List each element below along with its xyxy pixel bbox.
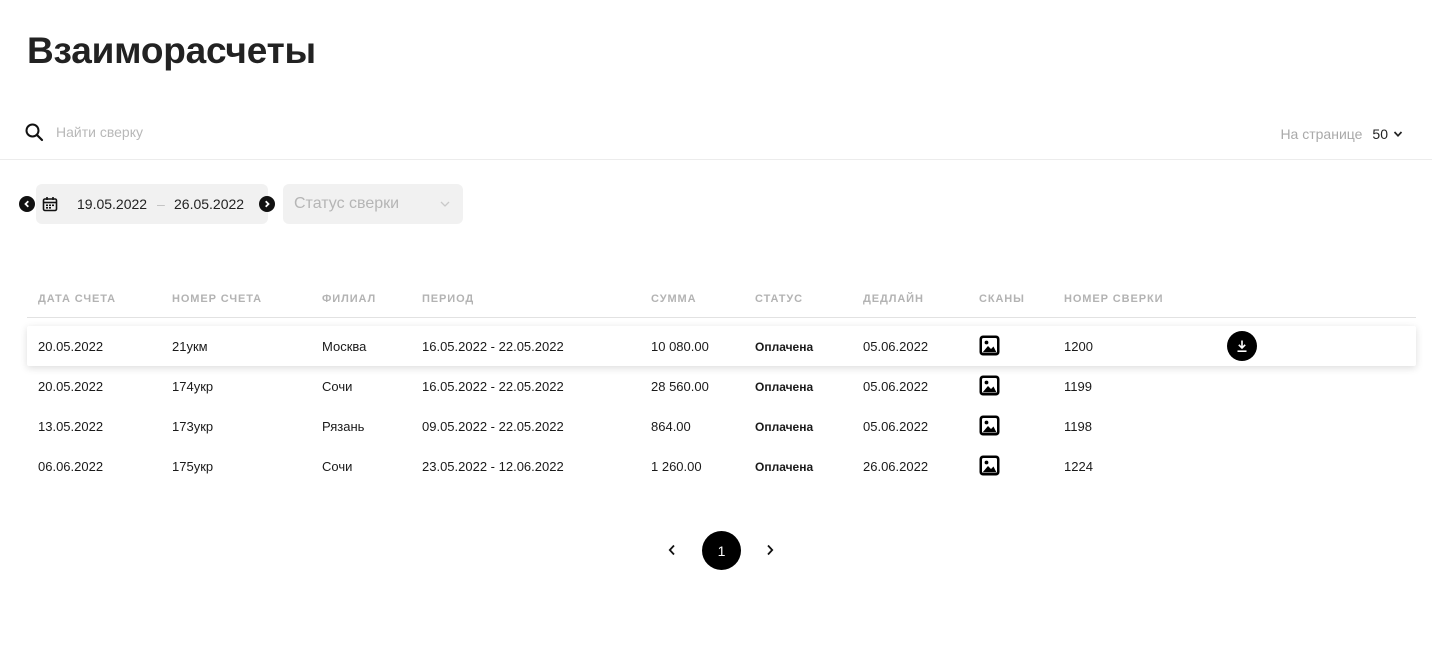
cell-deadline: 26.06.2022 <box>863 459 929 474</box>
pagination-prev-button[interactable] <box>664 542 680 558</box>
cell-deadline: 05.06.2022 <box>863 419 929 434</box>
reconciliation-table: Дата счета Номер счета Филиал Период Сум… <box>27 282 1416 486</box>
cell-reconciliation-number: 1224 <box>1064 459 1093 474</box>
chevron-left-icon <box>24 200 29 208</box>
pagination-page-current[interactable]: 1 <box>702 531 741 570</box>
date-separator: – <box>157 196 165 212</box>
column-header-scans[interactable]: Сканы <box>979 293 1025 305</box>
cell-period: 23.05.2022 - 12.06.2022 <box>422 459 564 474</box>
cell-branch: Сочи <box>322 379 353 394</box>
cell-deadline: 05.06.2022 <box>863 339 929 354</box>
status-select-placeholder: Статус сверки <box>294 195 400 212</box>
cell-invoice-number: 174укр <box>172 379 214 394</box>
column-header-branch[interactable]: Филиал <box>322 293 376 305</box>
search-icon[interactable] <box>24 122 44 142</box>
column-header-invoice-date[interactable]: Дата счета <box>38 293 116 305</box>
download-icon <box>1237 340 1247 352</box>
table-header: Дата счета Номер счета Филиал Период Сум… <box>27 282 1416 318</box>
cell-status: Оплачена <box>755 460 814 474</box>
download-button[interactable] <box>1227 331 1257 361</box>
cell-reconciliation-number: 1198 <box>1064 419 1092 434</box>
chevron-right-icon <box>265 200 270 208</box>
cell-branch: Сочи <box>322 459 353 474</box>
cell-sum: 1 260.00 <box>651 459 702 474</box>
table-row[interactable]: 20.05.2022 174укр Сочи 16.05.2022 - 22.0… <box>27 366 1416 406</box>
chevron-right-icon <box>767 544 774 556</box>
status-select[interactable]: Статус сверки <box>283 184 463 224</box>
per-page-label: На странице <box>1280 126 1363 142</box>
cell-status: Оплачена <box>755 340 814 354</box>
calendar-icon <box>42 196 58 217</box>
column-header-period[interactable]: Период <box>422 293 474 305</box>
cell-invoice-date: 06.06.2022 <box>38 459 104 474</box>
date-prev-button[interactable] <box>19 196 35 212</box>
search-input[interactable] <box>56 122 456 142</box>
search-bar: На странице 50 <box>0 106 1432 160</box>
column-header-status[interactable]: Статус <box>755 293 803 305</box>
cell-branch: Москва <box>322 339 367 354</box>
cell-sum: 10 080.00 <box>651 339 709 354</box>
column-header-invoice-number[interactable]: Номер счета <box>172 293 262 305</box>
image-icon[interactable] <box>979 335 1000 356</box>
chevron-down-icon <box>1393 131 1403 138</box>
date-from[interactable]: 19.05.2022 <box>77 196 147 212</box>
column-header-deadline[interactable]: Дедлайн <box>863 293 924 305</box>
per-page-select[interactable]: 50 <box>1372 126 1404 142</box>
column-header-sum[interactable]: Сумма <box>651 293 696 305</box>
cell-invoice-number: 21укм <box>172 339 208 354</box>
pagination-next-button[interactable] <box>762 542 778 558</box>
cell-status: Оплачена <box>755 380 814 394</box>
table-row[interactable]: 06.06.2022 175укр Сочи 23.05.2022 - 12.0… <box>27 446 1416 486</box>
date-range-picker[interactable]: 19.05.2022 – 26.05.2022 <box>36 184 268 224</box>
cell-invoice-number: 175укр <box>172 459 214 474</box>
cell-sum: 28 560.00 <box>651 379 709 394</box>
page-title: Взаиморасчеты <box>27 30 316 71</box>
table-row[interactable]: 13.05.2022 173укр Рязань 09.05.2022 - 22… <box>27 406 1416 446</box>
cell-deadline: 05.06.2022 <box>863 379 929 394</box>
cell-branch: Рязань <box>322 419 365 434</box>
cell-status: Оплачена <box>755 420 814 434</box>
chevron-down-icon <box>440 201 450 207</box>
column-header-reconciliation-number[interactable]: Номер сверки <box>1064 293 1163 305</box>
per-page-control: На странице 50 <box>1280 126 1404 142</box>
cell-invoice-date: 20.05.2022 <box>38 339 104 354</box>
cell-reconciliation-number: 1199 <box>1064 379 1092 394</box>
cell-invoice-date: 20.05.2022 <box>38 379 104 394</box>
cell-period: 16.05.2022 - 22.05.2022 <box>422 379 564 394</box>
cell-period: 16.05.2022 - 22.05.2022 <box>422 339 564 354</box>
cell-period: 09.05.2022 - 22.05.2022 <box>422 419 564 434</box>
cell-reconciliation-number: 1200 <box>1064 339 1093 354</box>
cell-sum: 864.00 <box>651 419 691 434</box>
table-row[interactable]: 20.05.2022 21укм Москва 16.05.2022 - 22.… <box>27 326 1416 366</box>
image-icon[interactable] <box>979 375 1000 396</box>
cell-invoice-number: 173укр <box>172 419 214 434</box>
image-icon[interactable] <box>979 455 1000 476</box>
chevron-left-icon <box>668 544 675 556</box>
per-page-value: 50 <box>1372 126 1388 142</box>
date-to[interactable]: 26.05.2022 <box>174 196 244 212</box>
image-icon[interactable] <box>979 415 1000 436</box>
cell-invoice-date: 13.05.2022 <box>38 419 104 434</box>
date-next-button[interactable] <box>259 196 275 212</box>
